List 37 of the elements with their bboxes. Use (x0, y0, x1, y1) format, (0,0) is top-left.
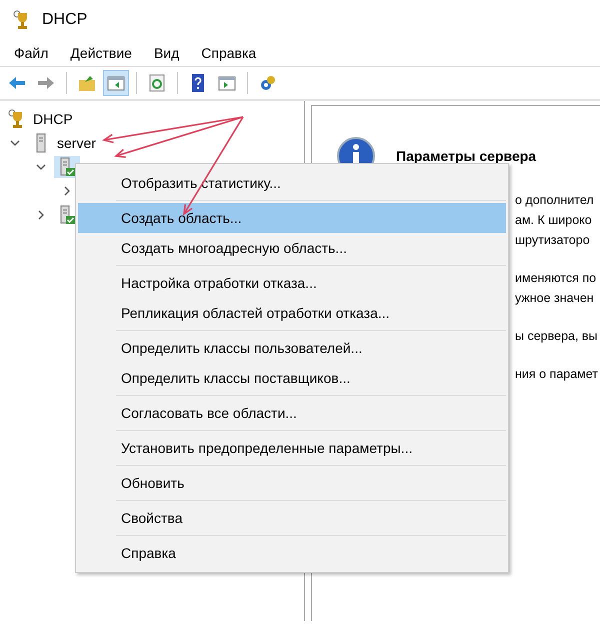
context-menu-item[interactable]: Согласовать все области... (78, 398, 506, 428)
text-line: о дополнител (515, 192, 595, 209)
menu-item[interactable]: Справка (201, 45, 256, 61)
menu-item[interactable]: Вид (154, 45, 180, 61)
text-line: ния о парамет (515, 366, 600, 383)
console-tree-button[interactable] (103, 70, 129, 96)
tree-item[interactable]: server (28, 132, 99, 154)
context-menu-item[interactable]: Создать многоадресную область... (78, 233, 506, 263)
window-title: DHCP (42, 11, 88, 29)
context-menu-item[interactable]: Создать область... (78, 203, 506, 233)
context-menu-item[interactable]: Репликация областей отработки отказа... (78, 298, 506, 328)
chevron-down-icon[interactable] (10, 138, 20, 148)
menu-item[interactable]: Действие (70, 45, 132, 61)
chevron-right-icon[interactable] (36, 210, 46, 220)
chevron-right-icon[interactable] (62, 186, 72, 196)
text-line: ужное значен (515, 290, 595, 307)
context-menu-item[interactable]: Свойства (78, 503, 506, 533)
context-menu-item[interactable]: Настройка отработки отказа... (78, 268, 506, 298)
tree-label: server (57, 135, 96, 151)
text-line: ам. К широко (515, 212, 593, 229)
tree-item[interactable]: DHCP (4, 108, 76, 130)
text-line: именяются по (515, 270, 598, 287)
context-menu-item[interactable]: Определить классы поставщиков... (78, 363, 506, 393)
context-menu-item[interactable]: Отобразить статистику... (78, 168, 506, 198)
context-menu-item[interactable]: Обновить (78, 468, 506, 498)
details-heading: Параметры сервера (396, 148, 536, 164)
context-menu-item[interactable]: Определить классы пользователей... (78, 333, 506, 363)
refresh-icon (147, 73, 167, 93)
text-line: ы сервера, вы (515, 328, 599, 345)
text-line: шрутизаторо (515, 232, 591, 249)
menu-item[interactable]: Файл (14, 45, 48, 61)
chevron-down-icon[interactable] (36, 162, 46, 172)
gears-icon (258, 73, 278, 93)
context-menu-item[interactable]: Справка (78, 538, 506, 568)
tree-label: DHCP (33, 111, 73, 127)
folder-icon (77, 73, 97, 93)
context-menu-item[interactable]: Установить предопределенные параметры... (78, 433, 506, 463)
